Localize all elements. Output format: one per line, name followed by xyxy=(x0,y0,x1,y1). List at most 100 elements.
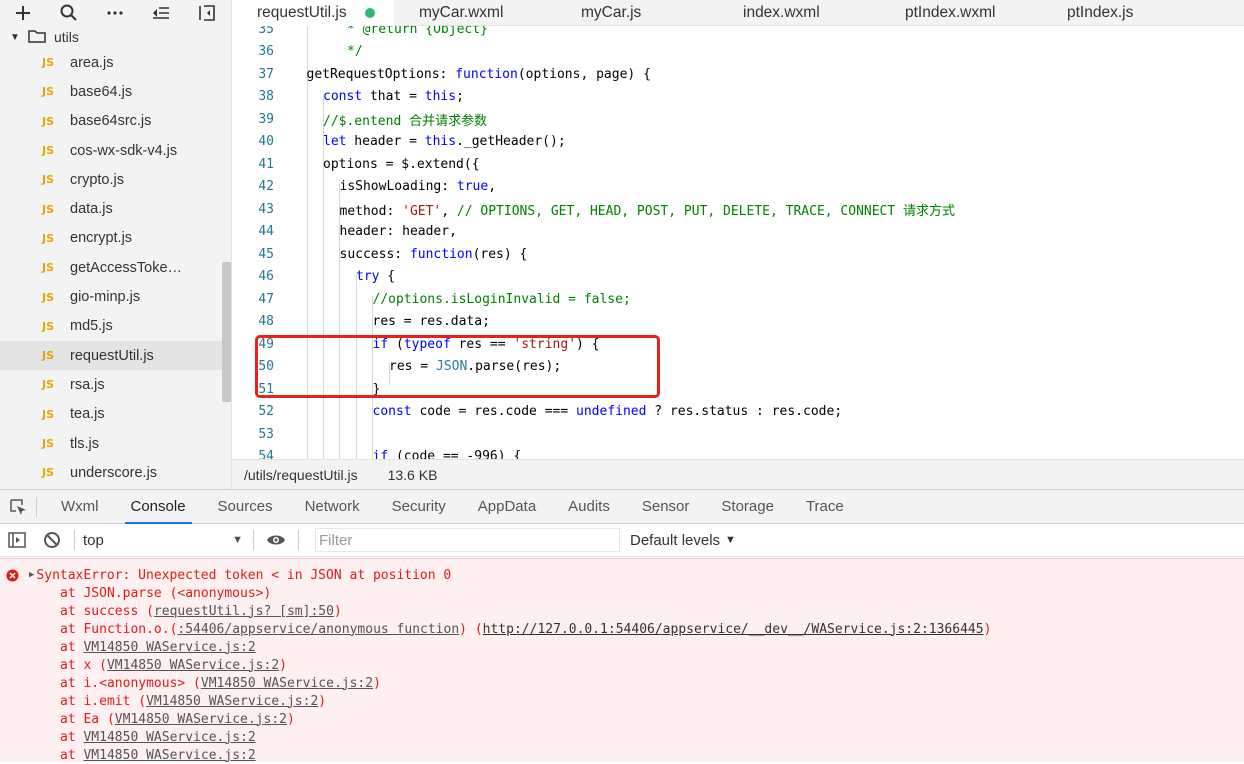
source-link[interactable]: VM14850 WAService.js:2 xyxy=(115,712,287,727)
code-editor[interactable]: 35 * @return {Object} 36 */ 37 getRequestOpti… xyxy=(232,26,1244,459)
js-file-icon: JS xyxy=(42,378,55,392)
stack-text: ) xyxy=(373,675,381,691)
file-name: base64.js xyxy=(70,83,133,100)
line-number: 40 xyxy=(258,134,274,150)
source-link[interactable]: VM14850 WAService.js:2 xyxy=(107,658,279,673)
code-line: 46 try { xyxy=(232,266,1244,289)
more-icon[interactable] xyxy=(92,0,138,26)
context-select[interactable]: top ▼ xyxy=(83,532,253,549)
tab-security[interactable]: Security xyxy=(376,490,462,524)
tab-network[interactable]: Network xyxy=(289,490,376,524)
line-number: 52 xyxy=(258,404,274,420)
source-link[interactable]: requestUtil.js? [sm]:50 xyxy=(154,604,334,619)
search-icon[interactable] xyxy=(46,0,92,26)
tab-console[interactable]: Console xyxy=(115,490,202,524)
tab-index-wxml[interactable]: index.wxml xyxy=(718,0,880,26)
folder-utils[interactable]: ▼ utils xyxy=(0,26,231,48)
file-name: tls.js xyxy=(70,435,99,452)
tab-audits[interactable]: Audits xyxy=(552,490,626,524)
stack-frame: at Ea (VM14850 WAService.js:2) xyxy=(60,710,295,728)
file-item[interactable]: JS area.js xyxy=(0,48,231,77)
eye-icon[interactable] xyxy=(264,524,288,556)
divider xyxy=(36,496,37,517)
tab-sensor[interactable]: Sensor xyxy=(626,490,706,524)
js-file-icon: JS xyxy=(42,144,55,158)
line-number: 39 xyxy=(258,111,274,127)
tab-label: ptIndex.wxml xyxy=(905,4,996,21)
tab-wxml[interactable]: Wxml xyxy=(45,490,115,524)
file-item[interactable]: JS rsa.js xyxy=(0,370,231,399)
tab-storage[interactable]: Storage xyxy=(705,490,790,524)
inspect-icon[interactable] xyxy=(0,490,36,524)
line-number: 46 xyxy=(258,269,274,285)
tab-appdata[interactable]: AppData xyxy=(462,490,552,524)
devtools-tab-bar: Wxml Console Sources Network Security AppData… xyxy=(0,489,1244,524)
file-item[interactable]: JS underscore.js xyxy=(0,458,231,487)
js-file-icon: JS xyxy=(42,202,55,216)
source-link[interactable]: VM14850 WAService.js:2 xyxy=(201,676,373,691)
file-item[interactable]: JS crypto.js xyxy=(0,165,231,194)
stack-text: at xyxy=(60,639,84,655)
tab-requestutil-js[interactable]: requestUtil.js xyxy=(232,0,394,26)
line-number: 36 xyxy=(258,44,274,60)
code-line: 48 res = res.data; xyxy=(232,311,1244,334)
line-number: 44 xyxy=(258,224,274,240)
file-item[interactable]: JS tls.js xyxy=(0,429,231,458)
log-levels-select[interactable]: Default levels ▼ xyxy=(630,524,736,556)
editor-tabs: requestUtil.js myCar.wxml myCar.js index.wx… xyxy=(232,0,1244,26)
add-icon[interactable] xyxy=(0,0,46,26)
file-item[interactable]: JS requestUtil.js xyxy=(0,340,231,371)
filter-input[interactable] xyxy=(315,528,620,552)
file-list: JS area.js JS base64.js JS base64src.js JS cos-… xyxy=(0,48,231,487)
code-line: 36 */ xyxy=(232,41,1244,64)
source-link[interactable]: VM14850 WAService.js:2 xyxy=(83,640,255,655)
file-item[interactable]: JS md5.js xyxy=(0,312,231,341)
source-link[interactable]: http://127.0.0.1:54406/appservice/__dev_… xyxy=(483,622,984,637)
file-item[interactable]: JS base64src.js xyxy=(0,107,231,136)
error-message-row[interactable]: ▶ SyntaxError: Unexpected token < in JSO… xyxy=(6,566,451,584)
sidebar-toggle-icon[interactable] xyxy=(0,524,34,556)
file-name: requestUtil.js xyxy=(70,347,154,364)
source-link[interactable]: VM14850 WAService.js:2 xyxy=(146,694,318,709)
stack-text: ) xyxy=(286,711,295,727)
file-path: /utils/requestUtil.js xyxy=(244,466,358,483)
status-bar: /utils/requestUtil.js 13.6 KB xyxy=(232,459,1244,489)
split-panel-icon[interactable] xyxy=(184,0,230,26)
code-line: 41 options = $.extend({ xyxy=(232,153,1244,176)
tab-mycar-wxml[interactable]: myCar.wxml xyxy=(394,0,556,26)
tab-trace[interactable]: Trace xyxy=(790,490,860,524)
file-name: encrypt.js xyxy=(70,230,133,247)
file-item[interactable]: JS gio-minp.js xyxy=(0,282,231,311)
file-item[interactable]: JS getAccessToke… xyxy=(0,253,231,282)
file-name: base64src.js xyxy=(70,113,152,130)
tab-label: requestUtil.js xyxy=(257,4,347,21)
js-file-icon: JS xyxy=(42,319,55,333)
source-link[interactable]: VM14850 WAService.js:2 xyxy=(83,748,255,763)
expand-arrow-icon[interactable]: ▶ xyxy=(29,570,34,580)
source-link[interactable]: :54406/appservice/anonymous function xyxy=(177,622,459,637)
stack-frame: at JSON.parse (<anonymous>) xyxy=(60,584,271,602)
code-text: getRequestOptions: function(options, pag… xyxy=(306,66,651,82)
file-item[interactable]: JS encrypt.js xyxy=(0,224,231,253)
tab-label: myCar.wxml xyxy=(419,4,504,21)
code-text: const code = res.code === undefined ? re… xyxy=(372,404,843,420)
code-text: //options.isLoginInvalid = false; xyxy=(372,291,631,307)
file-name: area.js xyxy=(70,54,114,71)
line-number: 45 xyxy=(258,246,274,262)
file-item[interactable]: JS cos-wx-sdk-v4.js xyxy=(0,136,231,165)
tab-ptindex-wxml[interactable]: ptIndex.wxml xyxy=(880,0,1042,26)
file-item[interactable]: JS base64.js xyxy=(0,77,231,106)
file-item[interactable]: JS tea.js xyxy=(0,400,231,429)
tab-mycar-js[interactable]: myCar.js xyxy=(556,0,718,26)
clear-console-icon[interactable] xyxy=(34,524,70,556)
tab-sources[interactable]: Sources xyxy=(202,490,289,524)
collapse-all-icon[interactable] xyxy=(138,0,184,26)
source-link[interactable]: VM14850 WAService.js:2 xyxy=(83,730,255,745)
tab-ptindex-js[interactable]: ptIndex.js xyxy=(1042,0,1204,26)
file-name: cos-wx-sdk-v4.js xyxy=(70,142,178,159)
error-message: SyntaxError: Unexpected token < in JSON … xyxy=(36,567,452,583)
sidebar-scrollbar[interactable] xyxy=(222,262,231,402)
code-text: res = res.data; xyxy=(372,314,490,330)
file-item[interactable]: JS data.js xyxy=(0,194,231,223)
line-number: 47 xyxy=(258,291,274,307)
